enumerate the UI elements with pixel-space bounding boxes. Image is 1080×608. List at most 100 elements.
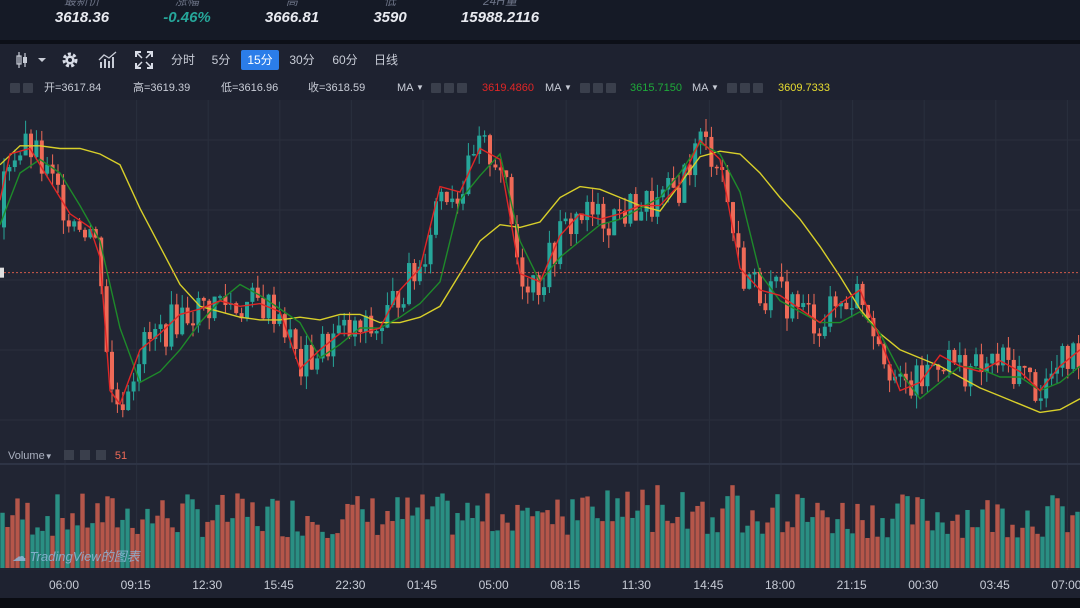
volume-bar [490,531,495,568]
volume-bar [385,510,390,568]
gear-icon[interactable] [58,48,82,72]
volume-bar [0,512,5,568]
legend-settings-icon[interactable] [23,83,33,93]
volume-settings-icon[interactable] [79,450,90,460]
volume-bar [985,500,990,568]
volume-bar [155,515,160,568]
price-chart[interactable] [0,100,1080,570]
volume-bar [260,531,265,568]
candle-body [493,164,498,168]
candle-body [844,302,849,310]
candle-body [990,353,995,364]
volume-bar [920,498,925,568]
volume-bar [240,498,245,568]
volume-bar [615,498,620,568]
interval-tab-3[interactable]: 30分 [287,50,317,70]
volume-bar [495,530,500,568]
stat-label: 低 [330,0,450,6]
volume-bar [405,497,410,568]
volume-bar [625,491,630,568]
volume-bar [575,520,580,568]
ma3-label[interactable]: MA [692,76,709,100]
volume-bar [940,522,945,568]
volume-bar [1030,526,1035,568]
volume-bar [1025,510,1030,568]
volume-bar [655,485,660,568]
candle-body [1017,365,1022,385]
volume-label[interactable]: Volume [8,450,45,462]
volume-bar [455,513,460,568]
interval-tab-0[interactable]: 分时 [168,50,198,70]
candle-body [374,331,379,334]
volume-bar [355,496,360,568]
volume-bar [835,519,840,568]
volume-bar [650,531,655,568]
volume-bar [320,531,325,568]
candle-body [147,332,152,339]
interval-tab-1[interactable]: 5分 [208,50,234,70]
ma2-label[interactable]: MA [545,76,562,100]
volume-bar [510,530,515,568]
volume-bar [605,490,610,568]
volume-bar [505,522,510,568]
volume-bar [760,533,765,568]
chevron-down-icon[interactable]: ▼ [564,76,572,100]
volume-bar [910,524,915,568]
ma2-settings-icon[interactable] [593,83,603,93]
fullscreen-icon[interactable] [132,48,156,72]
volume-bar [645,505,650,568]
x-tick-label: 00:30 [908,578,939,592]
volume-bar [865,537,870,568]
ma1-label[interactable]: MA [397,76,414,100]
volume-eye-icon[interactable] [63,450,74,460]
volume-bar [265,506,270,568]
interval-tab-5[interactable]: 日线 [371,50,401,70]
candle-body [590,201,595,215]
ma2-close-icon[interactable] [606,83,616,93]
ma3-close-icon[interactable] [753,83,763,93]
time-axis[interactable]: 06:00 09:15 12:30 15:45 22:30 01:45 05:00 08:15… [0,570,1080,598]
candle-body [974,354,978,367]
legend-eye-icon[interactable] [10,83,20,93]
candle-body [261,297,266,319]
volume-bar [895,503,900,568]
volume-bar [215,504,220,568]
candle-body [126,391,131,411]
volume-bar [590,506,595,568]
volume-bar [235,493,240,568]
volume-close-icon[interactable] [95,450,106,460]
volume-bar [335,533,340,568]
pane-separator[interactable] [0,463,1080,465]
volume-bar [515,504,520,568]
ma3-settings-icon[interactable] [740,83,750,93]
bottom-bar [0,598,1080,608]
interval-tab-4[interactable]: 60分 [330,50,360,70]
interval-tab-2[interactable]: 15分 [241,50,279,70]
candle-body [941,369,946,372]
candle-body [191,323,195,326]
ma3-eye-icon[interactable] [727,83,737,93]
ohlc-legend: 开=3617.84 高=3619.39 低=3616.96 收=3618.59 … [0,76,1080,100]
volume-bar [1015,537,1020,568]
ma1-settings-icon[interactable] [444,83,454,93]
volume-legend: Volume▼ 51 [8,450,128,462]
volume-bar [445,500,450,568]
chevron-down-icon[interactable]: ▼ [711,76,719,100]
candlestick-type-icon[interactable] [10,48,34,72]
chevron-down-icon[interactable]: ▼ [416,76,424,100]
volume-value: 51 [114,450,128,462]
volume-bar [1070,515,1075,568]
x-tick-label: 07:00 [1051,578,1080,592]
ma1-close-icon[interactable] [457,83,467,93]
candle-body [542,287,546,296]
chevron-down-icon[interactable] [34,48,50,72]
indicators-icon[interactable] [96,48,120,72]
x-tick-label: 03:45 [979,578,1010,592]
volume-bar [665,520,670,568]
volume-bar [360,509,365,568]
volume-bar [440,493,445,568]
candle-body [444,191,449,203]
candle-body [995,353,1000,366]
ma1-eye-icon[interactable] [431,83,441,93]
ma2-eye-icon[interactable] [580,83,590,93]
